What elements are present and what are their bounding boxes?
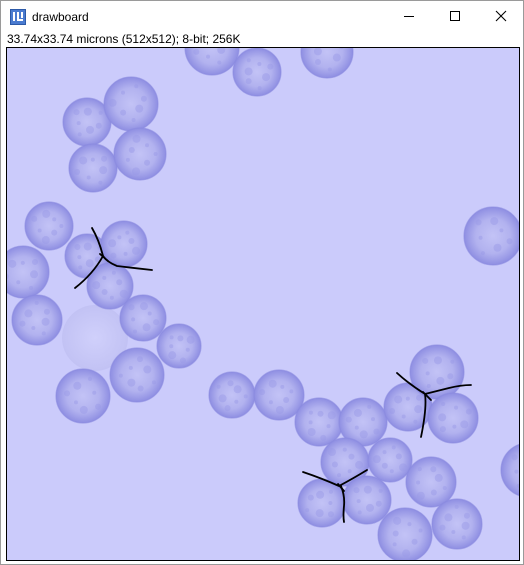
microscopy-image[interactable] xyxy=(7,48,519,560)
close-button[interactable] xyxy=(478,1,524,31)
cell xyxy=(232,48,282,97)
image-info: 33.74x33.74 microns (512x512); 8-bit; 25… xyxy=(7,32,241,46)
cell xyxy=(377,507,433,560)
cell xyxy=(113,127,167,181)
imagej-icon xyxy=(10,9,26,25)
minimize-icon xyxy=(404,16,414,17)
title-bar[interactable]: drawboard xyxy=(1,1,523,31)
cell xyxy=(103,76,159,132)
window-title: drawboard xyxy=(32,10,89,24)
cell xyxy=(24,201,74,251)
cell xyxy=(109,347,165,403)
cell xyxy=(294,397,344,447)
minimize-button[interactable] xyxy=(386,1,432,31)
cell xyxy=(463,206,519,266)
cell xyxy=(55,368,111,424)
cell xyxy=(156,323,202,369)
app-window: drawboard 33.74x33.74 microns (512x512);… xyxy=(0,0,524,565)
cell xyxy=(405,456,457,508)
image-canvas[interactable] xyxy=(6,47,520,561)
close-icon xyxy=(495,10,507,22)
maximize-button[interactable] xyxy=(432,1,478,31)
cell xyxy=(367,437,413,483)
cell xyxy=(68,143,118,193)
cell xyxy=(342,475,392,525)
cell xyxy=(427,392,479,444)
cell xyxy=(11,294,63,346)
cell xyxy=(431,498,483,550)
cell xyxy=(119,294,167,342)
maximize-icon xyxy=(450,11,460,21)
cell xyxy=(208,371,256,419)
